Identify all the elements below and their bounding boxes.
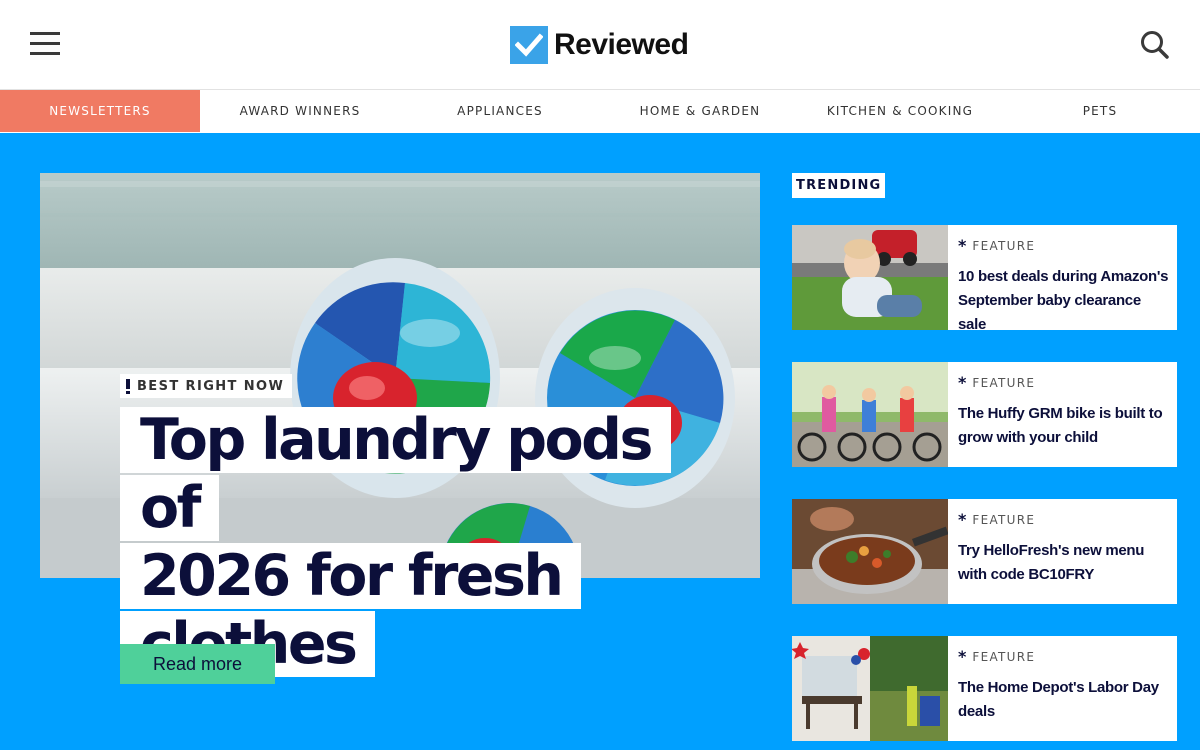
tag-text: FEATURE [972,650,1036,664]
trending-label: TRENDING [792,173,886,198]
hero-headline[interactable]: Top laundry pods of 2026 for fresh cloth… [120,406,671,678]
trending-card[interactable]: * FEATURE 10 best deals during Amazon's … [792,225,1177,333]
site-header: Reviewed [0,0,1200,90]
tag-text: FEATURE [972,513,1036,527]
exclamation-icon [126,378,130,394]
checkmark-icon [510,26,548,64]
asterisk-icon: * [958,373,967,392]
trending-card[interactable]: * FEATURE Try HelloFresh's new menu with… [792,499,1177,604]
best-right-now-badge: BEST RIGHT NOW [120,374,293,398]
site-logo[interactable]: Reviewed [510,26,689,64]
asterisk-icon: * [958,510,967,529]
trending-title[interactable]: Try HelloFresh's new menu with code BC10… [958,539,1170,587]
tag-text: FEATURE [972,376,1036,390]
search-icon[interactable] [1140,30,1170,60]
trending-thumbnail-patio [792,636,948,741]
trending-thumbnail-baby [792,225,948,330]
trending-card[interactable]: * FEATURE The Huffy GRM bike is built to… [792,362,1177,467]
hero-headline-line-1: Top laundry pods of [120,407,671,541]
hero-headline-line-2: 2026 for fresh [120,543,582,609]
nav-item-pets[interactable]: PETS [1000,90,1200,132]
trending-card[interactable]: * FEATURE The Home Depot's Labor Day dea… [792,636,1177,741]
trending-thumbnail-bikes [792,362,948,467]
tag-text: FEATURE [972,239,1036,253]
trending-title[interactable]: 10 best deals during Amazon's September … [958,265,1170,337]
trending-title[interactable]: The Home Depot's Labor Day deals [958,676,1170,724]
feature-tag: * FEATURE [958,647,1036,666]
category-nav: NEWSLETTERS AWARD WINNERS APPLIANCES HOM… [0,90,1200,133]
asterisk-icon: * [958,647,967,666]
nav-item-home-garden[interactable]: HOME & GARDEN [600,90,800,132]
read-more-button[interactable]: Read more [120,644,275,684]
nav-item-appliances[interactable]: APPLIANCES [400,90,600,132]
feature-tag: * FEATURE [958,373,1036,392]
trending-title[interactable]: The Huffy GRM bike is built to grow with… [958,402,1170,450]
nav-item-newsletters[interactable]: NEWSLETTERS [0,90,200,132]
hamburger-menu-icon[interactable] [30,32,60,56]
main-content: BEST RIGHT NOW Top laundry pods of 2026 … [0,133,1200,750]
badge-text: BEST RIGHT NOW [137,378,285,394]
nav-item-kitchen-cooking[interactable]: KITCHEN & COOKING [800,90,1000,132]
logo-text: Reviewed [554,28,689,61]
nav-item-award-winners[interactable]: AWARD WINNERS [200,90,400,132]
asterisk-icon: * [958,236,967,255]
feature-tag: * FEATURE [958,236,1036,255]
trending-thumbnail-pan [792,499,948,604]
feature-tag: * FEATURE [958,510,1036,529]
